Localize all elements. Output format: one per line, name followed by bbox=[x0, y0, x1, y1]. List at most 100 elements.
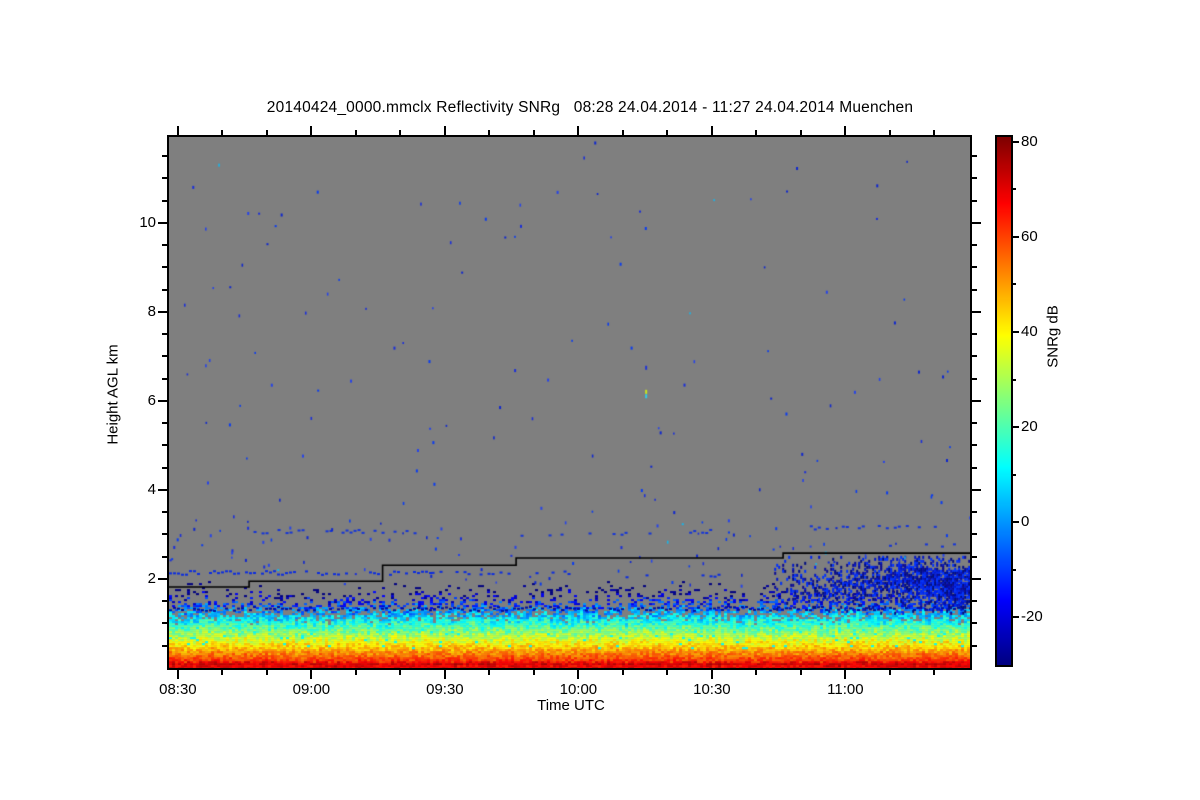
colorbar-minor-tick bbox=[1013, 473, 1016, 476]
colorbar bbox=[995, 135, 1013, 667]
y-tick-left bbox=[158, 399, 167, 402]
x-tick-top bbox=[888, 130, 891, 135]
y-tick-left bbox=[162, 155, 167, 158]
x-tick-bottom bbox=[888, 670, 891, 675]
colorbar-tick-label: 60 bbox=[1021, 227, 1038, 245]
x-tick-top bbox=[799, 130, 802, 135]
colorbar-tick bbox=[1013, 235, 1019, 238]
y-tick-left bbox=[162, 466, 167, 469]
y-tick-left bbox=[162, 444, 167, 447]
y-tick-right bbox=[972, 444, 977, 447]
y-tick-right bbox=[972, 422, 977, 425]
heatmap-canvas bbox=[169, 137, 970, 668]
x-tick-bottom bbox=[799, 670, 802, 675]
y-tick-right bbox=[972, 199, 977, 202]
y-tick-right bbox=[972, 333, 977, 336]
y-tick-left bbox=[162, 622, 167, 625]
x-tick-bottom bbox=[621, 670, 624, 675]
colorbar-tick-label: 20 bbox=[1021, 418, 1038, 436]
y-tick-right bbox=[972, 577, 981, 580]
y-tick-left bbox=[158, 577, 167, 580]
y-tick-label: 6 bbox=[147, 391, 156, 409]
colorbar-canvas bbox=[997, 137, 1011, 665]
x-tick-top bbox=[532, 130, 535, 135]
x-tick-bottom bbox=[354, 670, 357, 675]
x-tick-bottom bbox=[265, 670, 268, 675]
plot-area bbox=[167, 135, 972, 670]
y-tick-right bbox=[972, 466, 977, 469]
x-axis-label: Time UTC bbox=[537, 697, 605, 714]
y-tick-left bbox=[158, 221, 167, 224]
x-tick-bottom bbox=[488, 670, 491, 675]
y-tick-right bbox=[972, 288, 977, 291]
colorbar-minor-tick bbox=[1013, 568, 1016, 571]
x-tick-top bbox=[354, 130, 357, 135]
x-tick-bottom bbox=[933, 670, 936, 675]
y-tick-left bbox=[162, 600, 167, 603]
x-tick-label: 09:00 bbox=[292, 681, 331, 698]
y-tick-left bbox=[162, 511, 167, 514]
y-tick-right bbox=[972, 533, 977, 536]
x-tick-bottom bbox=[755, 670, 758, 675]
chart-title: 20140424_0000.mmclx Reflectivity SNRg 08… bbox=[266, 99, 914, 116]
x-tick-bottom bbox=[532, 670, 535, 675]
y-tick-right bbox=[972, 310, 981, 313]
colorbar-label: SNRg dB bbox=[1044, 305, 1062, 368]
y-tick-left bbox=[162, 266, 167, 269]
y-tick-label: 4 bbox=[147, 480, 156, 498]
x-tick-top bbox=[666, 130, 669, 135]
y-tick-right bbox=[972, 600, 977, 603]
colorbar-minor-tick bbox=[1013, 283, 1016, 286]
colorbar-tick-label: 80 bbox=[1021, 132, 1038, 150]
radar-reflectivity-figure: 20140424_0000.mmclx Reflectivity SNRg 08… bbox=[0, 0, 1200, 800]
colorbar-minor-tick bbox=[1013, 378, 1016, 381]
y-tick-right bbox=[972, 488, 981, 491]
x-tick-top bbox=[844, 126, 847, 135]
y-tick-left bbox=[162, 377, 167, 380]
colorbar-tick-label: -20 bbox=[1021, 608, 1043, 626]
y-tick-left bbox=[162, 355, 167, 358]
y-tick-left bbox=[162, 244, 167, 247]
y-tick-left bbox=[162, 333, 167, 336]
x-tick-bottom bbox=[310, 670, 313, 679]
x-tick-top bbox=[488, 130, 491, 135]
y-tick-right bbox=[972, 377, 977, 380]
x-tick-bottom bbox=[710, 670, 713, 679]
y-tick-right bbox=[972, 399, 981, 402]
y-tick-right bbox=[972, 266, 977, 269]
x-tick-top bbox=[933, 130, 936, 135]
y-tick-right bbox=[972, 511, 977, 514]
y-tick-left bbox=[162, 422, 167, 425]
x-tick-label: 08:30 bbox=[159, 681, 197, 698]
y-tick-right bbox=[972, 244, 977, 247]
y-tick-left bbox=[158, 488, 167, 491]
x-tick-top bbox=[621, 130, 624, 135]
colorbar-tick bbox=[1013, 521, 1019, 524]
y-tick-left bbox=[162, 644, 167, 647]
x-tick-bottom bbox=[443, 670, 446, 679]
colorbar-tick bbox=[1013, 140, 1019, 143]
x-tick-bottom bbox=[221, 670, 224, 675]
x-tick-bottom bbox=[666, 670, 669, 675]
x-tick-top bbox=[577, 126, 580, 135]
y-tick-left bbox=[162, 199, 167, 202]
y-tick-right bbox=[972, 221, 981, 224]
x-tick-bottom bbox=[176, 670, 179, 679]
x-tick-top bbox=[310, 126, 313, 135]
y-tick-label: 10 bbox=[139, 213, 156, 231]
colorbar-tick bbox=[1013, 616, 1019, 619]
y-tick-right bbox=[972, 155, 977, 158]
colorbar-minor-tick bbox=[1013, 188, 1016, 191]
y-tick-right bbox=[972, 555, 977, 558]
colorbar-tick-label: 0 bbox=[1021, 513, 1030, 531]
x-tick-label: 09:30 bbox=[426, 681, 464, 698]
y-tick-left bbox=[162, 555, 167, 558]
y-tick-label: 8 bbox=[147, 302, 156, 320]
y-tick-left bbox=[158, 310, 167, 313]
x-tick-bottom bbox=[399, 670, 402, 675]
y-tick-left bbox=[162, 177, 167, 180]
y-tick-left bbox=[162, 288, 167, 291]
y-tick-right bbox=[972, 177, 977, 180]
x-tick-top bbox=[221, 130, 224, 135]
y-tick-right bbox=[972, 644, 977, 647]
